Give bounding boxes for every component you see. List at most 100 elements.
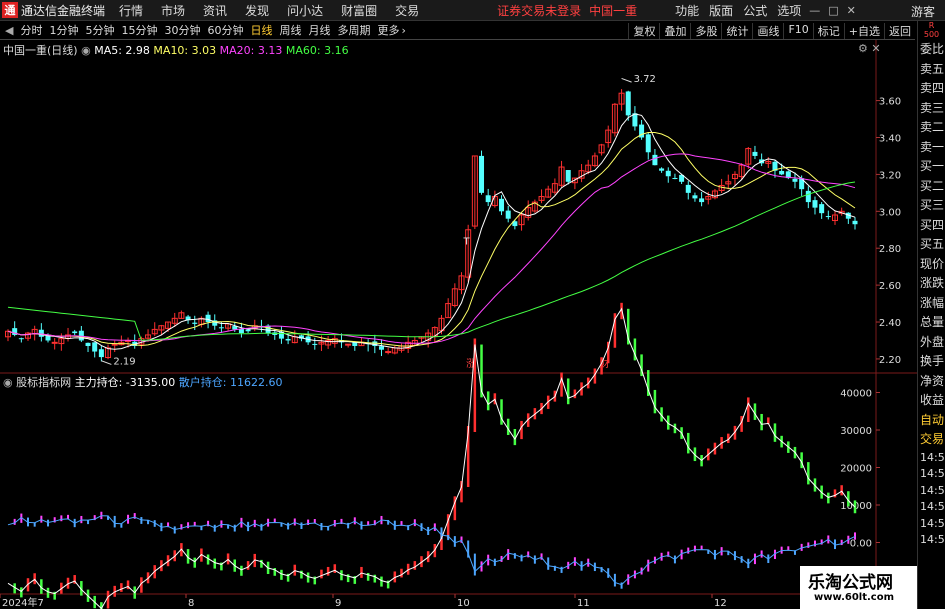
period-more[interactable]: 更多 <box>377 22 399 38</box>
btn-adjust[interactable]: 复权 <box>628 23 659 39</box>
period-toolbar: ◀ 分时 1分钟 5分钟 15分钟 30分钟 60分钟 日线 周线 月线 多周期… <box>0 21 915 40</box>
watermark: 乐淘公式网 www.60lt.com <box>800 566 917 609</box>
menu-wealth[interactable]: 财富圈 <box>341 2 377 19</box>
maximize-icon[interactable]: □ <box>828 4 838 17</box>
candle-body <box>659 168 665 171</box>
main-chart-title: 中国一重(日线) <box>3 44 78 57</box>
menu-exchange[interactable]: 市场 <box>161 2 185 19</box>
period-15min[interactable]: 15分钟 <box>121 22 157 38</box>
y-tick-label-1: 3.40 <box>879 134 901 145</box>
btn-f10[interactable]: F10 <box>783 23 812 39</box>
candle-body <box>752 151 758 156</box>
candle-body <box>245 329 251 332</box>
btn-add-watchlist[interactable]: +自选 <box>843 23 884 39</box>
chart-corner-icons: ⚙ ✕ <box>858 42 881 55</box>
period-5min[interactable]: 5分钟 <box>85 22 114 38</box>
quote-panel: R 500 委比 卖五 卖四 卖三 卖二 卖一 买一 买二 买三 买四 买五 现价 涨跌 涨幅 总量 外盘 换手净… <box>917 21 945 609</box>
chevron-right-icon[interactable]: › <box>401 24 405 37</box>
y-tick-label-4: 2.80 <box>879 244 901 255</box>
menu-options[interactable]: 选项 <box>777 2 801 19</box>
y-tick-label-6: 2.40 <box>879 318 901 329</box>
ma5-label: MA5: 2.98 <box>94 44 150 57</box>
candle-body <box>852 220 858 225</box>
quote-field-12: 涨跌 <box>920 276 945 290</box>
high-price-label: 3.72 <box>634 74 656 85</box>
quote-field-15: 外盘 <box>920 334 945 349</box>
candle-body <box>285 338 291 341</box>
btn-back[interactable]: 返回 <box>884 23 915 39</box>
ma60-label: MA60: 3.16 <box>285 44 349 57</box>
quote-field-11: 现价 <box>920 256 945 271</box>
period-daily[interactable]: 日线 <box>250 22 272 38</box>
chart-svg[interactable]: 3.60 3.40 3.20 3.00 2.80 2.60 2.40 2.20 3.72 2.19… <box>0 40 917 609</box>
candle-body <box>819 204 825 214</box>
btn-statistics[interactable]: 统计 <box>721 23 752 39</box>
tick-time-1: 14:56 <box>920 467 945 480</box>
candle-body <box>692 195 698 199</box>
period-multi[interactable]: 多周期 <box>337 22 370 38</box>
period-monthly[interactable]: 月线 <box>308 22 330 38</box>
btn-overlay[interactable]: 叠加 <box>659 23 690 39</box>
close-icon[interactable]: ✕ <box>847 4 856 17</box>
menu-discover[interactable]: 发现 <box>245 2 269 19</box>
panel-toggle[interactable]: R 500 <box>918 21 945 40</box>
candle-body <box>779 170 785 175</box>
main-legend: 中国一重(日线) ◉ MA5: 2.98 MA10: 3.03 MA20: 3.… <box>3 42 349 58</box>
menubar: 通 通达信金融终端 行情 市场 资讯 发现 问小达 财富圈 交易 证券交易未登录… <box>0 0 945 21</box>
menu-ask[interactable]: 问小达 <box>287 2 323 19</box>
period-30min[interactable]: 30分钟 <box>164 22 200 38</box>
close-icon[interactable]: ✕ <box>871 42 880 55</box>
settings-icon[interactable]: ◉ <box>81 44 91 57</box>
sub-settings-icon[interactable]: ◉ <box>3 376 13 389</box>
quote-field-3: 卖三 <box>920 100 945 115</box>
auto-trade-1[interactable]: 交易 <box>918 430 945 450</box>
btn-mark[interactable]: 标记 <box>812 23 844 39</box>
menu-layout[interactable]: 版面 <box>709 2 733 19</box>
quote-field-2: 卖四 <box>920 81 945 95</box>
menu-formula[interactable]: 公式 <box>743 2 767 19</box>
quote-field-1: 卖五 <box>920 61 945 76</box>
auto-trade-0[interactable]: 自动 <box>918 411 945 431</box>
ma10-label: MA10: 3.03 <box>153 44 217 57</box>
quote-field-0: 委比 <box>920 42 945 56</box>
btn-multi-stock[interactable]: 多股 <box>690 23 721 39</box>
login-status[interactable]: 证券交易未登录 <box>497 2 581 19</box>
toolbar-menu-icon[interactable]: ◀ <box>5 24 13 37</box>
btn-draw[interactable]: 画线 <box>752 23 783 39</box>
watermark-title: 乐淘公式网 <box>808 573 893 593</box>
menu-market[interactable]: 行情 <box>119 2 143 19</box>
t-mark: T <box>463 237 471 248</box>
stock-name: 中国一重 <box>589 3 638 18</box>
x-tick-label-3: 10 <box>457 598 470 609</box>
period-tick[interactable]: 分时 <box>20 22 42 38</box>
y-tick-label-3: 3.00 <box>879 207 901 218</box>
candle-body <box>805 190 811 203</box>
menu-trade[interactable]: 交易 <box>395 2 419 19</box>
minimize-icon[interactable]: — <box>809 4 820 17</box>
candle-body <box>45 335 51 341</box>
guest-label[interactable]: 游客 <box>911 3 935 20</box>
period-60min[interactable]: 60分钟 <box>207 22 243 38</box>
quote-field-18: 收益 <box>920 393 945 407</box>
quote-field-9: 买四 <box>920 217 945 232</box>
candle-body <box>92 342 98 352</box>
gear-icon[interactable]: ⚙ <box>858 42 868 55</box>
period-1min[interactable]: 1分钟 <box>49 22 78 38</box>
menu-news[interactable]: 资讯 <box>203 2 227 19</box>
candle-body <box>505 210 511 219</box>
candle-body <box>111 343 118 346</box>
candle-body <box>812 200 818 208</box>
chart-area[interactable]: 3.60 3.40 3.20 3.00 2.80 2.60 2.40 2.20 3.72 2.19… <box>0 40 917 609</box>
high-price-pointer <box>621 77 632 83</box>
quote-field-14: 总量 <box>920 315 945 329</box>
ma5-line <box>7 113 856 350</box>
y-tick-label-0: 3.60 <box>879 97 901 108</box>
candle-body <box>565 170 571 182</box>
menu-function[interactable]: 功能 <box>675 2 699 19</box>
low-price-pointer <box>101 360 112 365</box>
x-tick-label-1: 8 <box>188 598 194 609</box>
candle-body <box>792 178 798 182</box>
tick-time-4: 14:56 <box>920 516 945 530</box>
period-weekly[interactable]: 周线 <box>279 22 301 38</box>
candle-body <box>192 322 198 324</box>
